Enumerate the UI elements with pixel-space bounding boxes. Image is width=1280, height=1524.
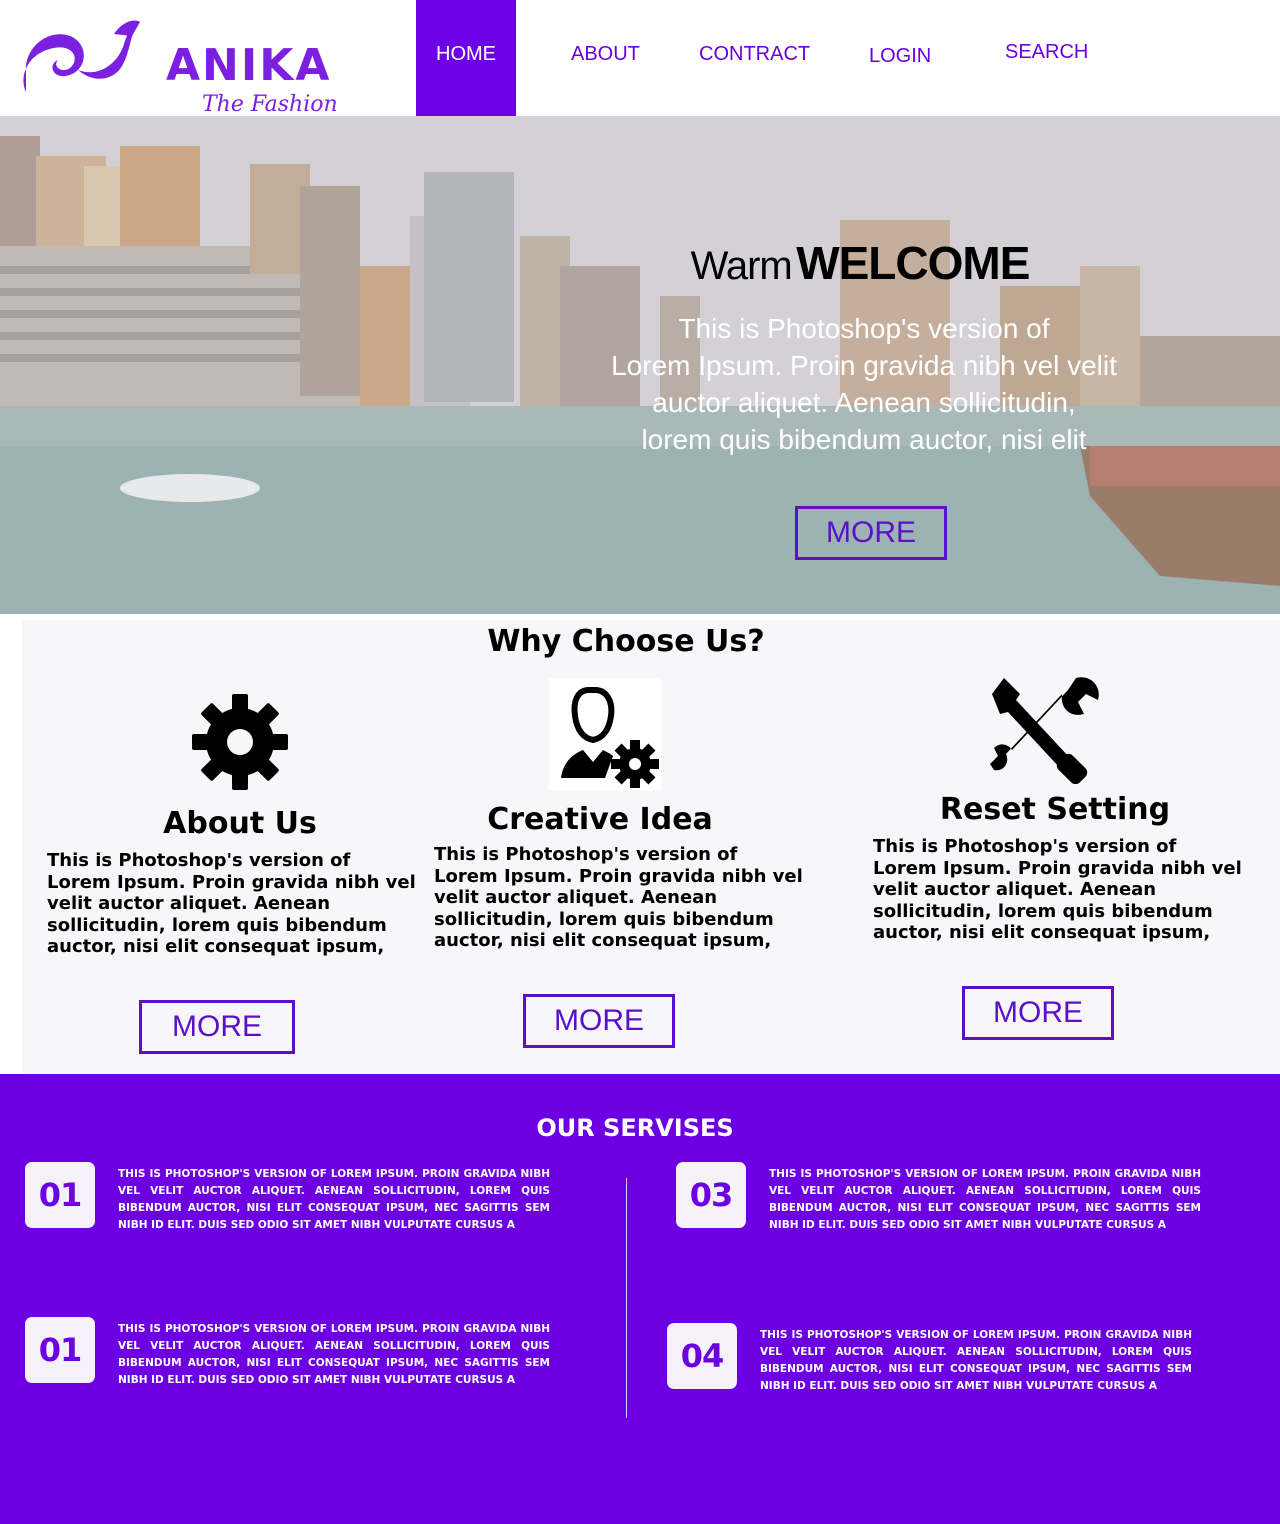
tools-icon	[990, 677, 1099, 784]
hero-line: Lorem Ipsum. Proin gravida nibh vel veli…	[611, 350, 1117, 381]
nav-contract[interactable]: CONTRACT	[699, 0, 810, 116]
service-text: This is Photoshop's version of Lorem Ips…	[118, 1323, 550, 1386]
hero-line: lorem quis bibendum auctor, nisi elit	[641, 424, 1087, 455]
brand-logo[interactable]: ANIKA The Fashion house	[18, 12, 358, 142]
swirl-logo-icon	[23, 20, 140, 92]
page: ANIKA The Fashion house HOME ABOUT CONTR…	[0, 0, 1280, 1524]
services-divider	[626, 1178, 627, 1418]
gear-icon	[192, 694, 288, 790]
brand-name: ANIKA	[166, 40, 332, 91]
service-number-badge: 01	[25, 1317, 95, 1383]
card-text: This is Photoshop's version of Lorem Ips…	[434, 844, 803, 951]
hero-title-bold: WELCOME	[796, 237, 1030, 289]
about-more-button[interactable]: MORE	[139, 1000, 295, 1054]
why-title: Why Choose Us?	[487, 624, 765, 659]
service-text: This is Photoshop's version of Lorem Ips…	[769, 1168, 1201, 1231]
hero-line: auctor aliquet. Aenean sollicitudin,	[652, 387, 1076, 418]
card-text: This is Photoshop's version of Lorem Ips…	[873, 836, 1242, 943]
service-text: This is Photoshop's version of Lorem Ips…	[118, 1168, 550, 1231]
card-text: This is Photoshop's version of Lorem Ips…	[47, 850, 416, 957]
card-title: Creative Idea	[487, 802, 713, 837]
nav-about[interactable]: ABOUT	[571, 0, 640, 116]
hero-line: This is Photoshop's version of	[678, 313, 1050, 344]
services-title: OUR SERVISES	[536, 1114, 734, 1142]
hero-banner: Warm WELCOME This is Photoshop's version…	[0, 116, 1280, 614]
hero-title: Warm WELCOME	[610, 236, 1110, 290]
nav-home[interactable]: HOME	[416, 0, 516, 116]
reset-more-button[interactable]: MORE	[962, 986, 1114, 1040]
user-settings-icon	[549, 678, 661, 790]
services-section: OUR SERVISES 01 This is Photoshop's vers…	[0, 1074, 1280, 1524]
hero-description: This is Photoshop's version of Lorem Ips…	[604, 310, 1124, 458]
hero-more-button[interactable]: MORE	[795, 506, 947, 560]
card-title: About Us	[163, 806, 317, 841]
hero-title-light: Warm	[690, 244, 793, 288]
creative-more-button[interactable]: MORE	[523, 994, 675, 1048]
why-choose-us-section: Why Choose Us? About Us This is Photosho…	[22, 620, 1280, 1074]
service-number-badge: 01	[25, 1162, 95, 1228]
card-title: Reset Setting	[939, 792, 1171, 827]
nav-login[interactable]: LOGIN	[869, 2, 931, 118]
service-text: This is Photoshop's version of Lorem Ips…	[760, 1329, 1192, 1392]
service-number-badge: 03	[676, 1162, 746, 1228]
service-number-badge: 04	[667, 1323, 737, 1389]
site-header: ANIKA The Fashion house HOME ABOUT CONTR…	[0, 0, 1280, 142]
nav-search[interactable]: SEARCH	[1005, 0, 1088, 114]
